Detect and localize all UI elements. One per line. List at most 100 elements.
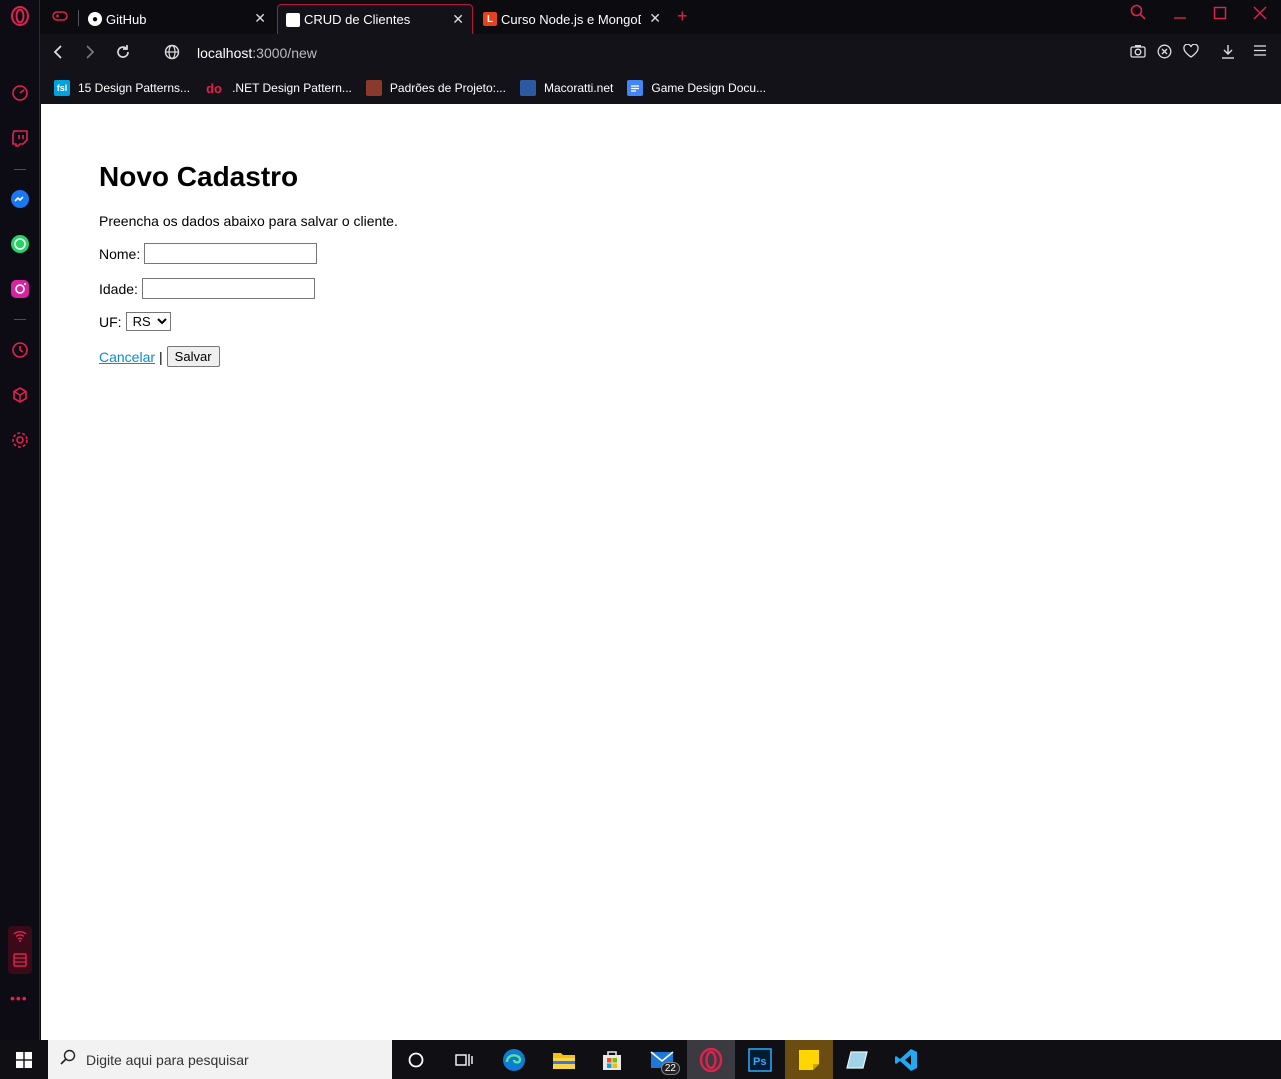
start-windows-icon[interactable] <box>0 1040 48 1079</box>
name-label: Nome: <box>99 245 141 262</box>
sidebar-divider <box>14 169 26 170</box>
bookmark-net-design-pattern[interactable]: do .NET Design Pattern... <box>204 80 352 96</box>
actions-row: Cancelar | Salvar <box>99 346 220 367</box>
photoshop-icon[interactable]: Ps <box>736 1040 784 1079</box>
fsl-icon: fsl <box>54 80 70 96</box>
speed-dial-icon[interactable] <box>8 81 32 105</box>
actions-separator: | <box>159 348 163 365</box>
network-status-widget[interactable] <box>8 926 32 974</box>
bookmark-label: Macoratti.net <box>543 81 614 95</box>
back-icon[interactable] <box>52 44 64 64</box>
bookmark-label: .NET Design Pattern... <box>232 81 352 95</box>
cortana-circle-icon[interactable] <box>392 1040 440 1079</box>
history-icon[interactable] <box>8 338 32 362</box>
taskbar-search-box[interactable]: Digite aqui para pesquisar <box>48 1040 392 1079</box>
new-tab-icon[interactable]: + <box>677 6 688 27</box>
search-placeholder: Digite aqui para pesquisar <box>86 1051 249 1068</box>
tab-crud-clientes[interactable]: CRUD de Clientes ✕ <box>277 4 473 34</box>
easy-setup-menu-icon[interactable] <box>1253 44 1267 60</box>
search-tabs-icon[interactable] <box>1130 4 1146 24</box>
bookmarks-bar: fsl 15 Design Patterns... do .NET Design… <box>40 72 1281 104</box>
maximize-icon[interactable] <box>1213 6 1227 24</box>
screen: ••• ● GitHub ✕ CRUD de Clientes ✕ L Curs… <box>0 0 1281 1079</box>
mail-icon[interactable]: 22 <box>638 1040 686 1079</box>
snapshot-camera-icon[interactable] <box>1130 44 1146 61</box>
udemy-l-icon: L <box>483 12 497 26</box>
document-icon <box>286 12 300 27</box>
bookmark-game-design-doc[interactable]: Game Design Docu... <box>627 80 766 96</box>
twitch-icon[interactable] <box>8 126 32 150</box>
macoratti-icon <box>519 80 536 96</box>
google-docs-icon <box>627 80 644 96</box>
messenger-icon[interactable] <box>8 187 32 211</box>
tab-title: Curso Node.js e MongoDB <box>501 11 641 27</box>
tab-bar: ● GitHub ✕ CRUD de Clientes ✕ L Curso No… <box>40 0 1281 34</box>
forward-icon[interactable] <box>84 44 96 64</box>
site-info-globe-icon[interactable] <box>164 44 180 64</box>
task-view-icon[interactable] <box>440 1040 488 1079</box>
cancel-link[interactable]: Cancelar <box>99 349 155 365</box>
age-input[interactable] <box>141 278 315 299</box>
tab-curso-node[interactable]: L Curso Node.js e MongoDB ✕ <box>475 4 669 34</box>
age-label: Idade: <box>99 280 138 297</box>
storage-icon <box>13 953 27 970</box>
save-button[interactable]: Salvar <box>166 346 220 367</box>
edge-browser-icon[interactable] <box>490 1040 538 1079</box>
close-window-icon[interactable] <box>1253 6 1267 24</box>
page-intro: Preencha os dados abaixo para salvar o c… <box>99 213 398 229</box>
minimize-icon[interactable] <box>1173 6 1187 24</box>
mail-count-badge: 22 <box>660 1062 680 1075</box>
browser-sidebar: ••• <box>0 0 40 1040</box>
book-cover-icon <box>365 80 382 96</box>
github-icon: ● <box>88 12 102 26</box>
bookmark-label: Padrões de Projeto:... <box>389 81 506 95</box>
windows-taskbar: Digite aqui para pesquisar 22 Ps <box>0 1040 1281 1079</box>
sticky-notes-icon[interactable] <box>785 1040 833 1079</box>
search-icon <box>60 1049 76 1070</box>
more-options-icon[interactable]: ••• <box>10 990 28 1006</box>
close-tab-icon[interactable]: ✕ <box>452 11 464 28</box>
gamepad-icon[interactable] <box>52 9 68 25</box>
uf-label: UF: <box>99 313 122 330</box>
close-tab-icon[interactable]: ✕ <box>649 10 661 27</box>
web-page: Novo Cadastro Preencha os dados abaixo p… <box>41 104 1281 1040</box>
snipping-tool-icon[interactable] <box>833 1040 881 1079</box>
instagram-icon[interactable] <box>8 277 32 301</box>
sidebar-divider <box>14 319 26 320</box>
tab-title: GitHub <box>106 11 147 27</box>
uf-select[interactable]: RS <box>125 312 171 331</box>
microsoft-store-icon[interactable] <box>588 1040 636 1079</box>
url-path: :3000/new <box>252 45 317 61</box>
bookmark-design-patterns[interactable]: fsl 15 Design Patterns... <box>54 80 190 96</box>
reload-icon[interactable] <box>115 44 131 64</box>
tab-separator <box>78 10 79 26</box>
settings-gear-icon[interactable] <box>8 428 32 452</box>
url-host: localhost <box>197 45 253 61</box>
name-input[interactable] <box>144 243 318 264</box>
extensions-cube-icon[interactable] <box>8 383 32 407</box>
dofactory-icon: do <box>206 80 222 96</box>
address-bar: localhost:3000/new <box>40 34 1281 72</box>
page-title: Novo Cadastro <box>99 161 299 192</box>
url-field[interactable]: localhost:3000/new <box>197 45 317 61</box>
bookmark-label: Game Design Docu... <box>651 81 767 95</box>
close-tab-icon[interactable]: ✕ <box>254 10 266 27</box>
uf-row: UF: RS <box>99 312 171 331</box>
file-explorer-icon[interactable] <box>540 1040 588 1079</box>
adblock-icon[interactable] <box>1157 44 1172 62</box>
opera-taskbar-icon[interactable] <box>687 1040 735 1079</box>
vscode-icon[interactable] <box>882 1040 930 1079</box>
bookmark-padroes-de-projeto[interactable]: Padrões de Projeto:... <box>365 80 506 96</box>
bookmark-macoratti[interactable]: Macoratti.net <box>519 80 614 96</box>
opera-logo-icon[interactable] <box>8 4 32 28</box>
tab-github[interactable]: ● GitHub ✕ <box>80 4 274 34</box>
downloads-icon[interactable] <box>1221 44 1235 62</box>
whatsapp-icon[interactable] <box>8 232 32 256</box>
tab-title: CRUD de Clientes <box>304 12 411 27</box>
heart-bookmark-icon[interactable] <box>1183 43 1199 61</box>
age-row: Idade: <box>99 278 315 299</box>
bookmark-label: 15 Design Patterns... <box>78 81 191 95</box>
svg-text:Ps: Ps <box>753 1056 766 1068</box>
wifi-icon <box>13 930 27 945</box>
name-row: Nome: <box>99 243 318 264</box>
